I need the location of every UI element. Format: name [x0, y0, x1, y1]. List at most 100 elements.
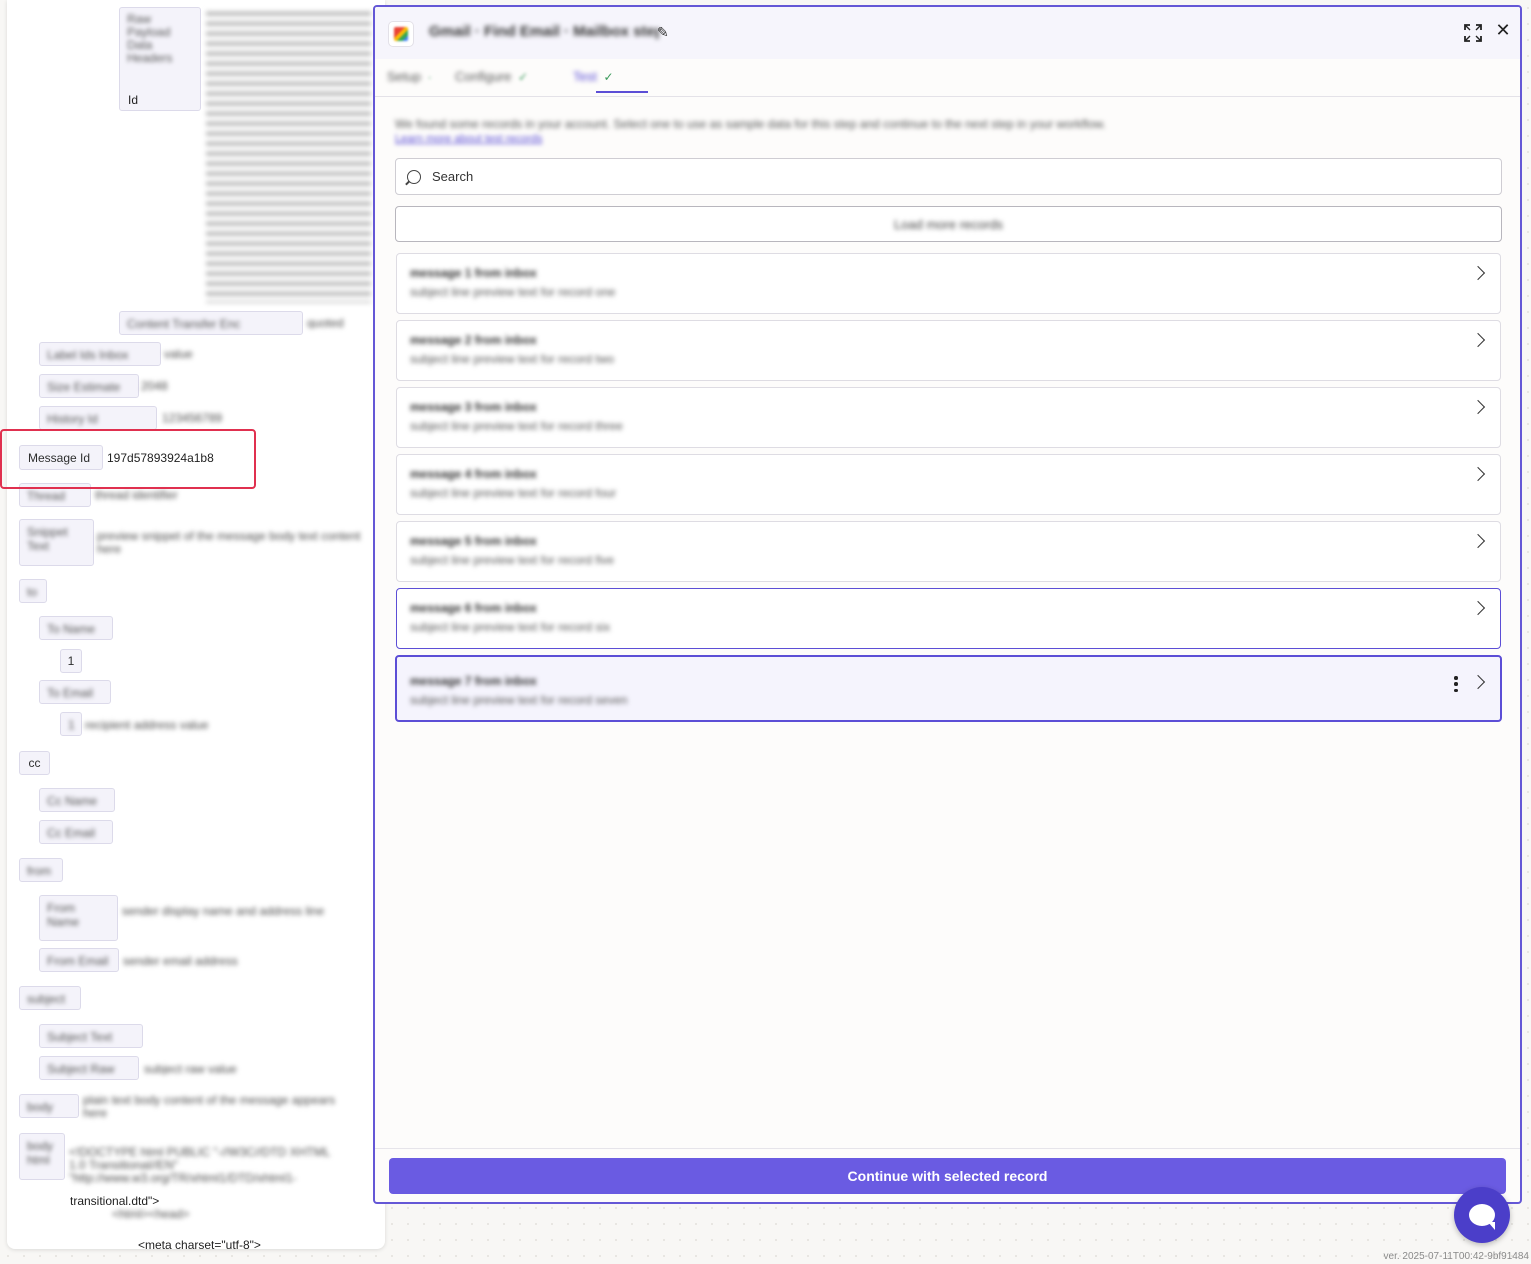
tab-configure-label: Configure: [455, 69, 512, 84]
check-icon: ·: [427, 70, 432, 84]
record-title: message 1 from inbox: [410, 266, 537, 280]
field-key-tag[interactable]: Size Estimate: [39, 374, 139, 398]
cc-key-tag[interactable]: cc: [19, 751, 50, 775]
tab-test[interactable]: Test ✓: [573, 69, 614, 89]
field-key-tag[interactable]: Content Transfer Enc: [119, 311, 303, 335]
record-title: message 5 from inbox: [410, 534, 537, 548]
learn-more-link[interactable]: Learn more about test records: [395, 133, 575, 147]
field-key-tag[interactable]: To Email: [39, 680, 111, 704]
tab-setup[interactable]: Setup ·: [387, 69, 432, 89]
chat-bubble-icon: [1469, 1204, 1495, 1230]
more-options-icon[interactable]: [1454, 676, 1458, 692]
continue-with-selected-record-button[interactable]: Continue with selected record: [389, 1158, 1506, 1194]
step-description: We found some records in your account. S…: [395, 117, 1106, 131]
record-subtitle: subject line preview text for record one: [410, 285, 616, 299]
edit-pencil-icon[interactable]: ✎: [657, 24, 673, 40]
field-key-tag[interactable]: From Email: [39, 948, 119, 972]
chevron-right-icon: [1470, 533, 1486, 549]
modal-header: Gmail · Find Email · Mailbox step ✎ ✕: [375, 7, 1520, 59]
chevron-right-icon: [1470, 332, 1486, 348]
field-value-text: quoted: [307, 317, 344, 329]
chevron-right-icon: [1470, 399, 1486, 415]
record-subtitle: subject line preview text for record six: [410, 620, 611, 634]
chevron-right-icon: [1470, 600, 1486, 616]
record-subtitle: subject line preview text for record fiv…: [410, 553, 615, 567]
cc-key-label: cc: [28, 756, 41, 770]
field-value-text: 2048: [141, 380, 168, 392]
record-title: message 7 from inbox: [410, 674, 537, 688]
record-subtitle: subject line preview text for record sev…: [410, 693, 628, 707]
field-value-text: plain text body content of the message a…: [83, 1094, 336, 1120]
field-key-tag[interactable]: 1: [60, 712, 82, 736]
field-key-label-id: Id: [128, 93, 139, 107]
html-source-line: <meta charset="utf-8">: [138, 1238, 261, 1249]
highlight-box: [0, 429, 256, 489]
record-title: message 6 from inbox: [410, 601, 537, 615]
data-tree-panel: Raw Payload Data Headers Id Content Tran…: [7, 0, 385, 1249]
record-subtitle: subject line preview text for record two: [410, 352, 615, 366]
field-key-tag[interactable]: Snippet Text: [19, 519, 94, 566]
field-value-text: thread identifier: [95, 489, 178, 501]
count-value: 1: [67, 654, 75, 668]
tab-test-label: Test: [573, 69, 597, 84]
field-key-tag[interactable]: Cc Name: [39, 788, 115, 812]
field-value-text: sender display name and address line: [122, 905, 325, 918]
field-key-tag[interactable]: From Name: [39, 895, 118, 941]
field-key-tag[interactable]: Cc Email: [39, 820, 113, 844]
tab-configure[interactable]: Configure ✓: [455, 69, 528, 89]
field-key-tag[interactable]: body html: [19, 1133, 65, 1180]
record-subtitle: subject line preview text for record thr…: [410, 419, 623, 433]
field-key-tag[interactable]: History Id: [39, 406, 157, 430]
record-title: message 3 from inbox: [410, 400, 537, 414]
field-key-tag[interactable]: subject: [19, 986, 81, 1010]
chevron-right-icon: [1470, 265, 1486, 281]
record-item[interactable]: message 4 from inbox subject line previe…: [396, 454, 1501, 515]
record-search-box[interactable]: [395, 158, 1502, 195]
record-item-selected[interactable]: message 7 from inbox subject line previe…: [395, 655, 1502, 722]
app-logo-icon: [388, 21, 414, 47]
field-value-text: recipient address value: [85, 719, 209, 731]
version-label: ver. 2025-07-11T00:42-9bf91484: [1383, 1251, 1529, 1262]
field-key-tag[interactable]: body: [19, 1094, 79, 1118]
check-icon: ✓: [518, 70, 529, 84]
field-key-tag[interactable]: from: [19, 858, 63, 882]
html-source-line: transitional.dtd">: [70, 1194, 160, 1208]
record-item[interactable]: message 3 from inbox subject line previe…: [396, 387, 1501, 448]
load-more-label: Load more records: [893, 216, 1004, 232]
record-item[interactable]: message 2 from inbox subject line previe…: [396, 320, 1501, 381]
step-tabs: Setup · Configure ✓ Test ✓: [375, 59, 1520, 97]
field-value-text: <html><head>: [112, 1208, 190, 1221]
chevron-right-icon: [1470, 466, 1486, 482]
expand-icon[interactable]: [1463, 23, 1483, 43]
record-item[interactable]: message 6 from inbox subject line previe…: [396, 588, 1501, 649]
record-item[interactable]: message 5 from inbox subject line previe…: [396, 521, 1501, 582]
count-value-tag[interactable]: 1: [60, 649, 82, 673]
check-icon: ✓: [603, 70, 614, 84]
test-step-modal: Gmail · Find Email · Mailbox step ✎ ✕ Se…: [373, 5, 1522, 1204]
tab-setup-label: Setup: [387, 69, 421, 84]
close-icon[interactable]: ✕: [1493, 20, 1513, 40]
field-value-text: [206, 8, 371, 303]
field-value-text: <!DOCTYPE html PUBLIC "-//W3C//DTD XHTML…: [69, 1146, 330, 1185]
field-key-tag[interactable]: To Name: [39, 616, 113, 640]
support-chat-button[interactable]: [1454, 1187, 1510, 1243]
record-title: message 4 from inbox: [410, 467, 537, 481]
field-key-tag[interactable]: Label Ids Inbox: [39, 342, 161, 366]
record-subtitle: subject line preview text for record fou…: [410, 486, 617, 500]
field-value-text: 123456789: [162, 412, 223, 424]
field-key-tag[interactable]: to: [19, 579, 47, 603]
active-tab-indicator: [596, 91, 648, 93]
field-value-text: subject raw value: [144, 1063, 237, 1075]
footer-divider: [375, 1148, 1520, 1149]
field-value-text: sender email address: [123, 955, 238, 967]
field-key-tag[interactable]: Subject Text: [39, 1024, 143, 1048]
search-icon: [407, 169, 421, 184]
modal-title: Gmail · Find Email · Mailbox step: [429, 23, 659, 40]
record-title: message 2 from inbox: [410, 333, 537, 347]
field-value-text: value: [164, 348, 193, 360]
chevron-right-icon: [1470, 674, 1486, 690]
search-input[interactable]: [432, 169, 1432, 184]
record-item[interactable]: message 1 from inbox subject line previe…: [396, 253, 1501, 314]
load-more-button[interactable]: Load more records: [395, 206, 1502, 242]
field-key-tag[interactable]: Subject Raw: [39, 1056, 139, 1080]
